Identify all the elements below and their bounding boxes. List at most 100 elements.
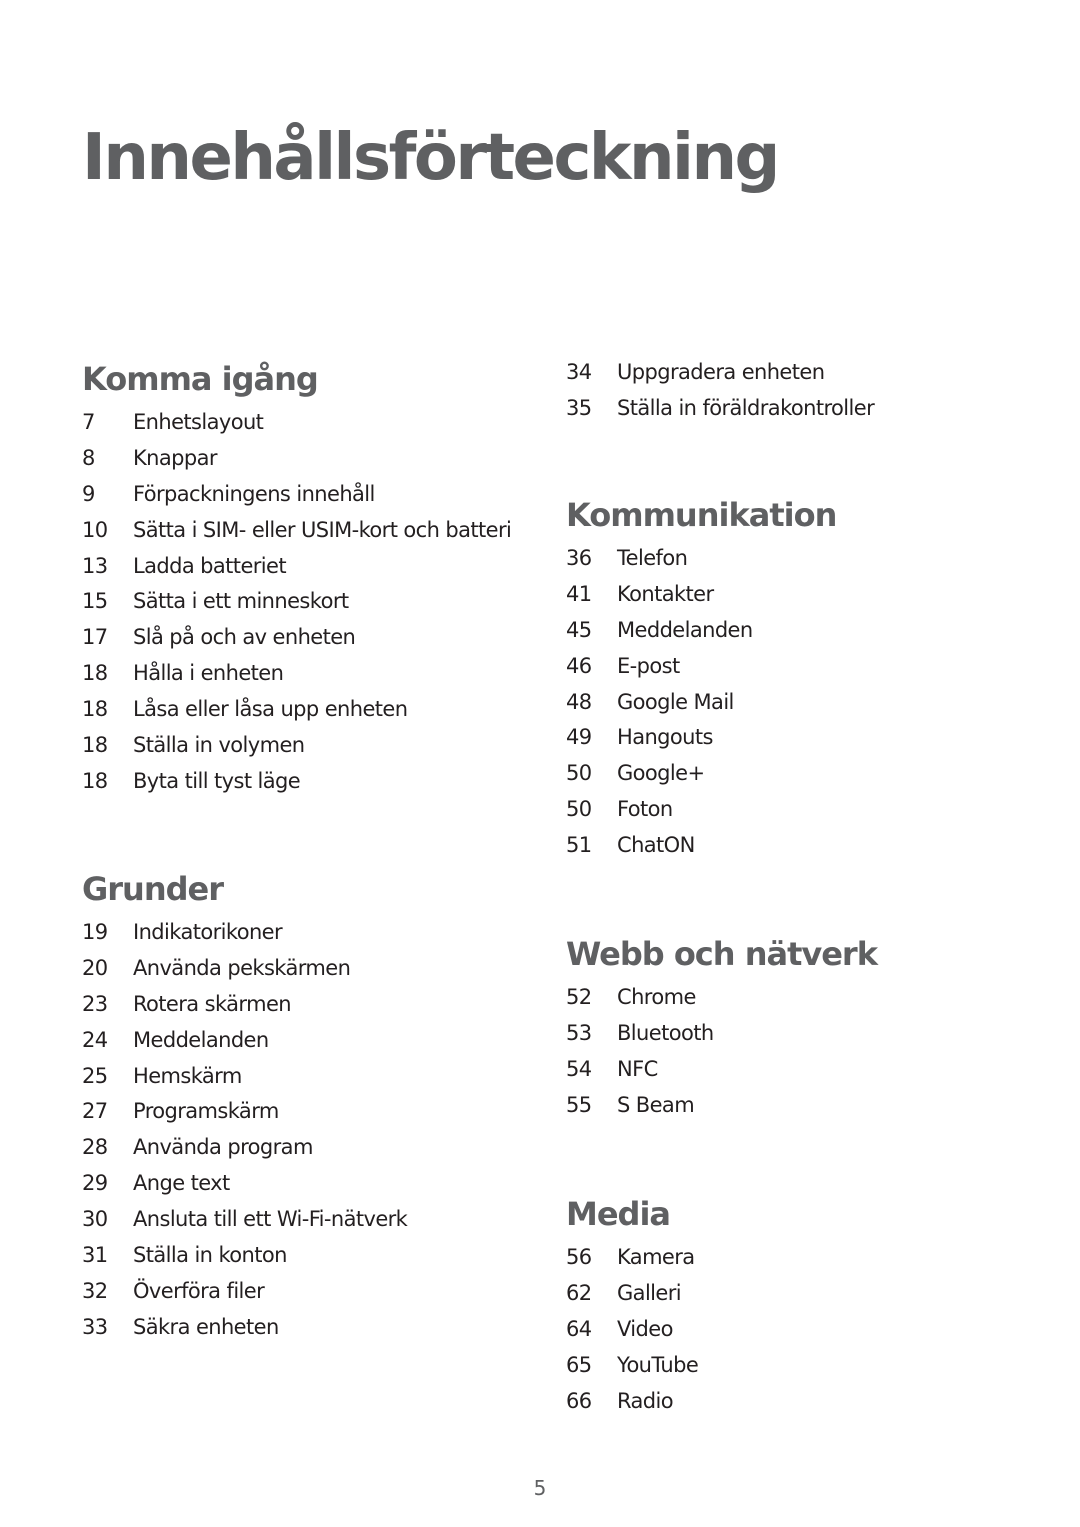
toc-page-number: 65	[566, 1352, 592, 1377]
page-number: 5	[533, 1476, 547, 1500]
toc-entry[interactable]: 56 Kamera	[566, 1239, 698, 1275]
toc-entry[interactable]: 24 Meddelanden	[82, 1022, 407, 1058]
toc-entry-title: Meddelanden	[617, 617, 753, 642]
toc-entry[interactable]: 64 Video	[566, 1311, 698, 1347]
toc-entry[interactable]: 55 S Beam	[566, 1087, 877, 1123]
toc-page-number: 56	[566, 1245, 592, 1269]
toc-page-number: 53	[566, 1020, 592, 1045]
toc-entry[interactable]: 36 Telefon	[566, 540, 836, 576]
toc-entry[interactable]: 50 Foton	[566, 791, 836, 827]
section-grunder: Grunder 19 Indikatorikoner 20 Använda peksk…	[82, 870, 408, 1345]
toc-entry[interactable]: 23 Rotera skärmen	[82, 986, 407, 1022]
toc-page-number: 66	[566, 1388, 592, 1413]
toc-entry-title: Sätta i SIM- eller USIM-kort och batteri	[133, 517, 512, 542]
toc-page-number: 55	[566, 1092, 592, 1117]
toc-entry[interactable]: 8 Knappar	[82, 440, 511, 476]
toc-page-number: 17	[82, 625, 108, 650]
toc-entry[interactable]: 51 ChatON	[566, 827, 836, 863]
toc-page-number: 46	[566, 653, 592, 678]
toc-entry[interactable]: 49 Hangouts	[566, 719, 836, 755]
toc-entry[interactable]: 18 Hålla i enheten	[82, 655, 511, 691]
toc-entry[interactable]: 17 Slå på och av enheten	[82, 619, 511, 655]
toc-entry-title: Slå på och av enheten	[133, 625, 356, 650]
toc-entry[interactable]: 20 Använda pekskärmen	[82, 950, 407, 986]
toc-entry-title: Ladda batteriet	[133, 553, 287, 578]
toc-entry[interactable]: 46 E-post	[566, 648, 836, 684]
toc-entry-title: Överföra filer	[133, 1278, 265, 1303]
toc-entry[interactable]: 48 Google Mail	[566, 684, 836, 720]
toc-page-number: 48	[566, 689, 592, 714]
toc-entry[interactable]: 18 Byta till tyst läge	[82, 763, 511, 799]
toc-entry-title: Uppgradera enheten	[617, 360, 825, 384]
toc-page-number: 45	[566, 617, 592, 642]
toc-entry[interactable]: 31 Ställa in konton	[82, 1237, 407, 1273]
toc-entry[interactable]: 27 Programskärm	[82, 1093, 407, 1129]
toc-page-number: 18	[82, 768, 108, 793]
toc-page-number: 24	[82, 1027, 108, 1052]
toc-entry-title: ChatON	[617, 833, 695, 858]
toc-entry-title: Kontakter	[617, 581, 714, 606]
toc-entry[interactable]: 45 Meddelanden	[566, 612, 836, 648]
toc-entry[interactable]: 25 Hemskärm	[82, 1058, 407, 1094]
section-kommunikation: Kommunikation 36 Telefon 41 Kontakter 45 Medd…	[566, 496, 837, 863]
section-media: Media 56 Kamera 62 Galleri 64 Video 65 YouTube 6…	[566, 1195, 699, 1419]
toc-list: 34 Uppgradera enheten 35 Ställa in föräldra…	[566, 354, 875, 426]
toc-entry-title: Ställa in volymen	[133, 733, 305, 758]
toc-entry[interactable]: 30 Ansluta till ett Wi-Fi-nätverk	[82, 1201, 408, 1237]
toc-entry[interactable]: 7 Enhetslayout	[82, 404, 511, 440]
toc-list: 52 Chrome 53 Bluetooth 54 NFC 55 S Beam	[566, 979, 877, 1123]
toc-page-number: 18	[82, 661, 108, 686]
toc-list: 56 Kamera 62 Galleri 64 Video 65 YouTube 66 Radio	[566, 1239, 699, 1419]
toc-entry-title: Google+	[617, 761, 705, 786]
toc-entry[interactable]: 29 Ange text	[82, 1165, 407, 1201]
toc-entry[interactable]: 66 Radio	[566, 1383, 698, 1419]
toc-page-number: 50	[566, 761, 592, 786]
toc-entry[interactable]: 35 Ställa in föräldrakontroller	[566, 390, 875, 426]
toc-entry[interactable]: 52 Chrome	[566, 979, 877, 1015]
toc-entry[interactable]: 50 Google+	[566, 755, 836, 791]
toc-page-number: 18	[82, 697, 108, 722]
toc-entry[interactable]: 13 Ladda batteriet	[82, 548, 511, 584]
toc-entry[interactable]: 28 Använda program	[82, 1129, 407, 1165]
toc-entry[interactable]: 18 Ställa in volymen	[82, 727, 511, 763]
toc-entry-title: Hålla i enheten	[133, 661, 284, 686]
section-komma-igang: Komma igång 7 Enhetslayout 8 Knappar 9 Förpac…	[82, 360, 512, 799]
toc-entry[interactable]: 54 NFC	[566, 1051, 877, 1087]
toc-page-number: 31	[82, 1243, 108, 1268]
toc-page-number: 32	[82, 1278, 108, 1303]
toc-entry[interactable]: 53 Bluetooth	[566, 1015, 877, 1051]
toc-entry[interactable]: 41 Kontakter	[566, 576, 836, 612]
toc-entry[interactable]: 19 Indikatorikoner	[82, 914, 407, 950]
toc-page-number: 62	[566, 1280, 592, 1305]
toc-entry[interactable]: 34 Uppgradera enheten	[566, 354, 874, 390]
toc-entry[interactable]: 32 Överföra filer	[82, 1273, 407, 1309]
toc-entry[interactable]: 33 Säkra enheten	[82, 1309, 407, 1345]
toc-page-number: 36	[566, 546, 592, 570]
toc-entry-title: Indikatorikoner	[133, 920, 283, 944]
toc-page-number: 29	[82, 1171, 108, 1196]
toc-entry-title: Byta till tyst läge	[133, 768, 301, 793]
toc-page-number: 64	[566, 1316, 592, 1341]
toc-page-number: 49	[566, 725, 592, 750]
page-title: Innehållsförteckning	[82, 121, 780, 195]
section-heading: Webb och nätverk	[566, 935, 878, 973]
section-grunder-continued: 34 Uppgradera enheten 35 Ställa in föräldra…	[566, 354, 875, 426]
toc-entry-title: Galleri	[617, 1280, 682, 1305]
toc-entry[interactable]: 15 Sätta i ett minneskort	[82, 583, 511, 619]
toc-page-number: 33	[82, 1314, 108, 1339]
toc-page-number: 52	[566, 985, 592, 1009]
toc-entry-title: Telefon	[617, 546, 688, 570]
toc-entry[interactable]: 65 YouTube	[566, 1347, 699, 1383]
toc-page-number: 13	[82, 553, 108, 578]
toc-page-number: 34	[566, 360, 592, 384]
toc-entry[interactable]: 62 Galleri	[566, 1275, 698, 1311]
toc-entry[interactable]: 9 Förpackningens innehåll	[82, 476, 511, 512]
toc-entry-title: Programskärm	[133, 1099, 279, 1124]
toc-entry[interactable]: 18 Låsa eller låsa upp enheten	[82, 691, 511, 727]
toc-page-number: 19	[82, 920, 108, 944]
toc-entry[interactable]: 10 Sätta i SIM- eller USIM-kort och batte…	[82, 512, 512, 548]
toc-page-number: 35	[566, 395, 592, 420]
toc-entry-title: Video	[617, 1316, 673, 1341]
section-webb-och-natverk: Webb och nätverk 52 Chrome 53 Bluetooth 54 NF…	[566, 935, 878, 1123]
toc-page-number: 20	[82, 955, 108, 980]
